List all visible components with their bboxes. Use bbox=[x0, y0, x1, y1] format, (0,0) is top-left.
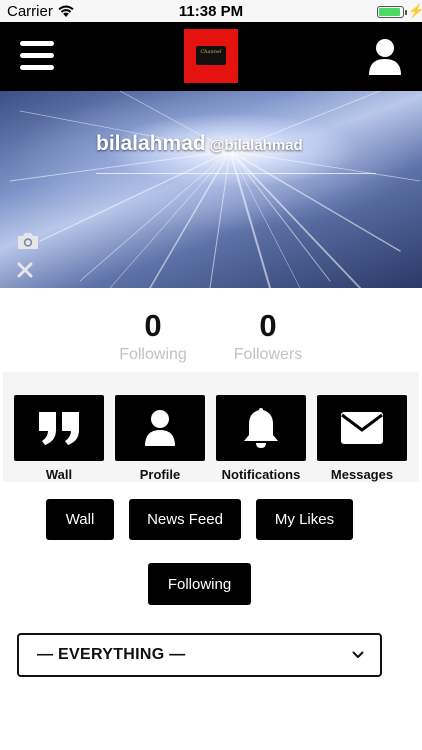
feed-filter-select[interactable]: — EVERYTHING — bbox=[17, 633, 382, 677]
followers-label: Followers bbox=[233, 346, 303, 363]
user-handle: @bilalahmad bbox=[209, 137, 303, 154]
tile-profile-label: Profile bbox=[139, 467, 181, 482]
user-icon[interactable] bbox=[368, 38, 402, 76]
close-icon[interactable] bbox=[17, 262, 33, 278]
clock: 11:38 PM bbox=[178, 3, 244, 20]
status-bar: Carrier 11:38 PM ⚡ bbox=[0, 0, 422, 22]
tile-wall-box bbox=[14, 395, 104, 461]
cover-background-image bbox=[9, 91, 421, 288]
display-name: bilalahmad bbox=[96, 132, 206, 155]
logo-badge: Channel bbox=[196, 46, 226, 65]
following-filter-button[interactable]: Following bbox=[148, 563, 251, 605]
tile-wall[interactable]: Wall bbox=[14, 395, 104, 482]
following-stat[interactable]: 0 Following bbox=[103, 308, 203, 364]
tile-notifications[interactable]: Notifications bbox=[216, 395, 306, 482]
wall-filter-button[interactable]: Wall bbox=[46, 499, 114, 540]
hamburger-menu-icon[interactable] bbox=[20, 41, 54, 71]
top-nav-bar: Channel bbox=[0, 22, 422, 91]
tile-notifications-box bbox=[216, 395, 306, 461]
my-likes-filter-button[interactable]: My Likes bbox=[256, 499, 353, 540]
followers-count: 0 bbox=[259, 308, 277, 343]
bell-icon bbox=[244, 408, 278, 448]
tile-profile-box bbox=[115, 395, 205, 461]
tile-messages-label: Messages bbox=[330, 467, 394, 482]
chevron-down-icon bbox=[352, 651, 364, 658]
battery-fill bbox=[379, 8, 400, 16]
camera-icon[interactable] bbox=[17, 232, 39, 250]
tile-wall-label: Wall bbox=[45, 467, 73, 482]
logo-text: Channel bbox=[200, 49, 222, 55]
feed-filter-value: — EVERYTHING — bbox=[37, 646, 186, 663]
user-icon bbox=[145, 410, 175, 446]
app-logo[interactable]: Channel bbox=[184, 29, 238, 83]
following-count: 0 bbox=[144, 308, 162, 343]
tile-messages-box bbox=[317, 395, 407, 461]
tile-profile[interactable]: Profile bbox=[115, 395, 205, 482]
quote-icon bbox=[39, 412, 79, 445]
news-feed-filter-button[interactable]: News Feed bbox=[129, 499, 241, 540]
following-label: Following bbox=[119, 346, 187, 363]
followers-stat[interactable]: 0 Followers bbox=[218, 308, 318, 364]
profile-name: bilalahmad @bilalahmad bbox=[96, 132, 303, 156]
cover-photo[interactable]: bilalahmad @bilalahmad bbox=[0, 91, 422, 288]
name-divider bbox=[96, 173, 376, 174]
menu-line bbox=[20, 65, 54, 70]
envelope-icon bbox=[341, 412, 383, 444]
tile-messages[interactable]: Messages bbox=[317, 395, 407, 482]
menu-line bbox=[20, 53, 54, 58]
profile-screen: Carrier 11:38 PM ⚡ Channel bilalahmad @b… bbox=[0, 0, 422, 750]
charging-icon: ⚡ bbox=[408, 3, 422, 18]
tile-notifications-label: Notifications bbox=[221, 467, 301, 482]
battery-nub bbox=[405, 10, 407, 15]
menu-line bbox=[20, 41, 54, 46]
battery-icon bbox=[377, 6, 407, 18]
